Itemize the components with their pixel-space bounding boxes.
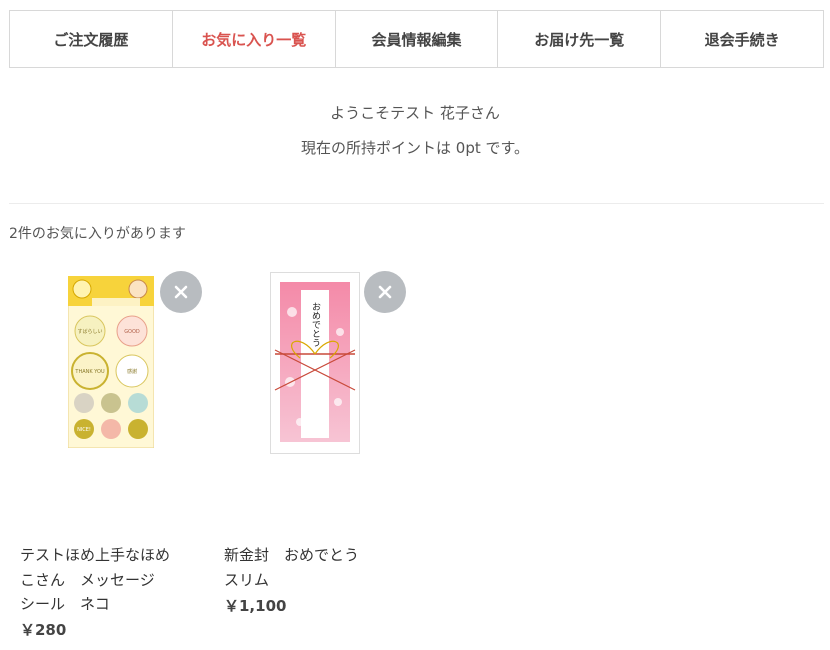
product-name[interactable]: 新金封 おめでとう スリム <box>224 543 359 592</box>
tab-favorites[interactable]: お気に入り一覧 <box>171 11 335 67</box>
tab-withdrawal[interactable]: 退会手続き <box>660 11 823 67</box>
favorites-count: 2件のお気に入りがあります <box>9 226 186 242</box>
product-image-sticker[interactable]: すばらしい GOOD THANK YOU 感謝 NICE! <box>67 275 155 449</box>
tab-delivery-addresses[interactable]: お届け先一覧 <box>497 11 660 67</box>
product-image-envelope[interactable]: おめでとう <box>270 272 360 454</box>
envelope-text: おめでとう <box>310 302 321 347</box>
close-icon <box>174 285 188 299</box>
divider <box>9 203 824 204</box>
product-price: ￥1,100 <box>224 597 287 615</box>
sticker-text-3: THANK YOU <box>74 369 105 375</box>
sticker-text-4: 感謝 <box>127 368 137 375</box>
tab-order-history[interactable]: ご注文履歴 <box>10 11 172 67</box>
product-price: ￥280 <box>20 621 67 639</box>
product-name[interactable]: テストほめ上手なほめ こさん メッセージ シール ネコ <box>20 543 170 617</box>
mypage-tabs: ご注文履歴 お気に入り一覧 会員情報編集 お届け先一覧 退会手続き <box>9 10 824 68</box>
sticker-text-2: GOOD <box>124 329 140 335</box>
sticker-text-1: すばらしい <box>77 328 102 335</box>
remove-favorite-button[interactable] <box>160 271 202 313</box>
sticker-text-5: NICE! <box>77 427 91 433</box>
points-balance: 現在の所持ポイントは 0pt です。 <box>301 139 529 157</box>
welcome-message: ようこそテスト 花子さん <box>330 104 500 122</box>
close-icon <box>378 285 392 299</box>
remove-favorite-button[interactable] <box>364 271 406 313</box>
tab-member-info[interactable]: 会員情報編集 <box>334 11 498 67</box>
